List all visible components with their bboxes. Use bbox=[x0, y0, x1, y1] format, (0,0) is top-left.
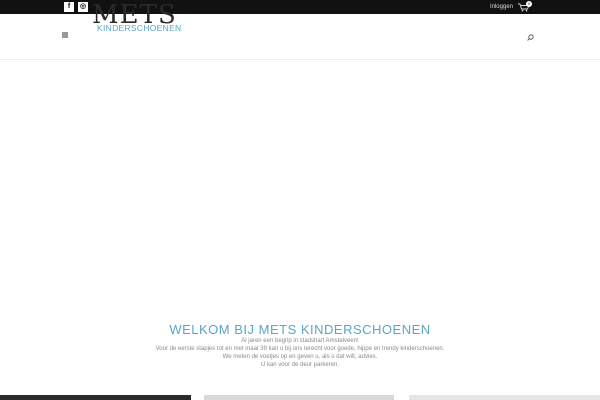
search-icon[interactable] bbox=[527, 34, 534, 41]
welcome-title: WELKOM BIJ METS KINDERSCHOENEN bbox=[169, 322, 431, 337]
welcome-line: Voor de eerste stapjes tot en met maat 3… bbox=[155, 346, 445, 352]
product-image-tile[interactable] bbox=[409, 395, 600, 400]
welcome-line: Al jaren een begrip in stadshart Amstelv… bbox=[241, 338, 359, 344]
product-image-tile[interactable] bbox=[0, 395, 191, 400]
hamburger-menu-icon[interactable] bbox=[62, 32, 68, 38]
cart-count-badge: 0 bbox=[526, 1, 532, 7]
welcome-section: WELKOM BIJ METS KINDERSCHOENEN Al jaren … bbox=[0, 322, 600, 369]
logo-subtitle: KINDERSCHOENEN bbox=[97, 23, 182, 33]
site-header: METS KINDERSCHOENEN bbox=[0, 2, 600, 60]
login-link[interactable]: Inloggen bbox=[490, 3, 513, 11]
welcome-line: We meten de voetjes op en geven u, als u… bbox=[222, 354, 378, 360]
facebook-icon[interactable]: f bbox=[64, 2, 74, 12]
top-bar: f ◎ Inloggen 0 bbox=[0, 0, 600, 14]
product-image-tile[interactable] bbox=[204, 395, 394, 400]
welcome-line: U kan voor de deur parkeren. bbox=[260, 362, 340, 368]
instagram-icon[interactable]: ◎ bbox=[78, 2, 88, 12]
